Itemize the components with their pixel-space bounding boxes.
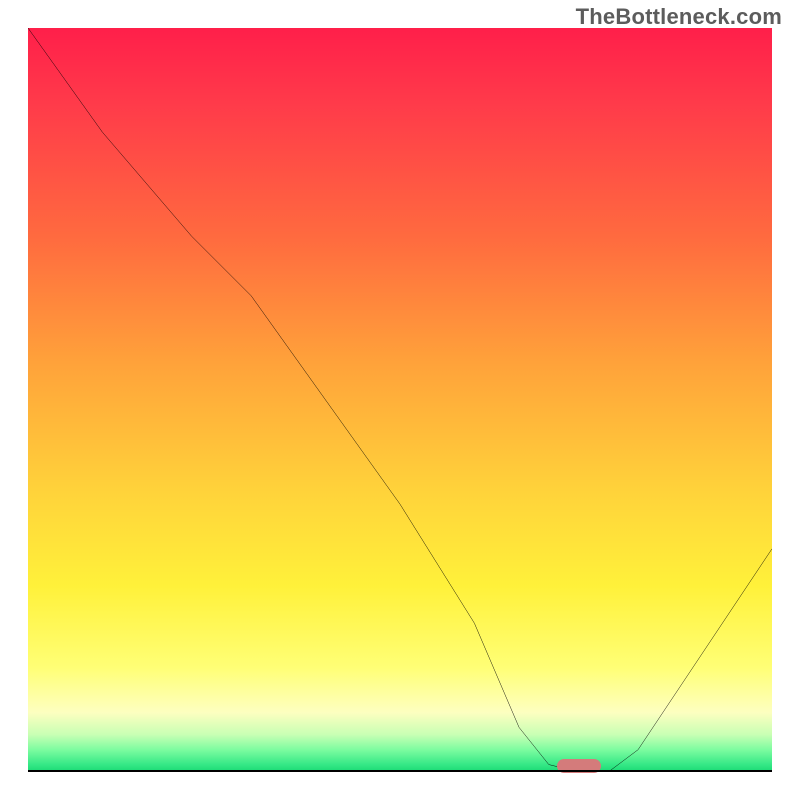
plot-frame xyxy=(28,28,772,772)
x-axis xyxy=(28,770,772,772)
chart-container: TheBottleneck.com xyxy=(0,0,800,800)
bottleneck-curve xyxy=(28,28,772,772)
watermark-text: TheBottleneck.com xyxy=(576,4,782,30)
